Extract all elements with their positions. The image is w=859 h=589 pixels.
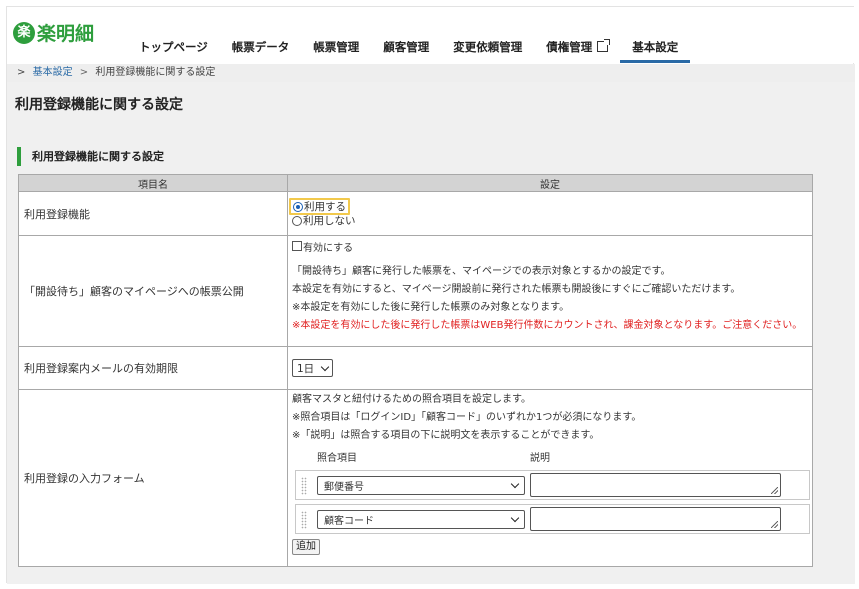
table-row: 利用登録の入力フォーム 顧客マスタと紐付けるための照合項目を設定します。 ※照合…	[18, 389, 813, 567]
chevron-down-icon	[510, 513, 520, 523]
table-row: 利用登録機能 利用する 利用しない	[18, 191, 813, 236]
breadcrumb-link-basic-settings[interactable]: 基本設定	[33, 67, 73, 78]
main-content: 利用登録機能に関する設定 利用登録機能に関する設定 項目名 設定 利用登録機能 …	[7, 82, 855, 584]
mapping-row: 郵便番号	[295, 470, 810, 500]
nav-item-receivables-label: 債権管理	[546, 40, 593, 54]
breadcrumb-current: 利用登録機能に関する設定	[95, 67, 216, 78]
pending-description-1: 「開設待ち」顧客に発行した帳票を、マイページでの表示対象とするかの設定です。	[292, 266, 671, 277]
section-title: 利用登録機能に関する設定	[17, 147, 164, 166]
page-title: 利用登録機能に関する設定	[15, 97, 183, 113]
main-nav: トップページ 帳票データ 帳票管理 顧客管理 変更依頼管理 債権管理 基本設定	[127, 39, 691, 63]
mail-expiry-select[interactable]: 1日	[292, 359, 333, 377]
nav-item-change-request[interactable]: 変更依頼管理	[441, 39, 534, 63]
resize-handle-icon[interactable]	[771, 521, 778, 528]
resize-handle-icon[interactable]	[771, 487, 778, 494]
pending-description-2: 本設定を有効にすると、マイページ開設前に発行された帳票も開設後にすぐにご確認いた…	[292, 284, 741, 295]
column-header-setting: 設定	[287, 174, 813, 192]
checkbox-unchecked-icon	[292, 241, 302, 251]
table-header-row: 項目名 設定	[18, 174, 813, 192]
table-row: 「開設待ち」顧客のマイページへの帳票公開 有効にする 「開設待ち」顧客に発行した…	[18, 235, 813, 347]
registration-options: 利用する 利用しない	[287, 191, 813, 236]
nav-item-basic-settings[interactable]: 基本設定	[620, 39, 691, 63]
pending-warning: ※本設定を有効にした後に発行した帳票はWEB発行件数にカウントされ、課金対象とな…	[292, 320, 803, 331]
logo[interactable]: 楽 楽明細	[13, 19, 94, 46]
radio-not-use-label: 利用しない	[303, 215, 356, 227]
mapping-row: 顧客コード	[295, 504, 810, 534]
description-textarea[interactable]	[530, 473, 781, 497]
add-field-button[interactable]: 追加	[292, 539, 320, 555]
breadcrumb-prefix: >	[17, 67, 26, 78]
input-form-settings: 顧客マスタと紐付けるための照合項目を設定します。 ※照合項目は「ログインID」「…	[287, 389, 813, 567]
chevron-down-icon	[510, 479, 520, 489]
column-header-item: 項目名	[18, 174, 288, 192]
match-field-value: 顧客コード	[324, 516, 374, 527]
table-row: 利用登録案内メールの有効期限 1日	[18, 346, 813, 390]
description-textarea[interactable]	[530, 507, 781, 531]
settings-table: 項目名 設定 利用登録機能 利用する 利用しない 「開設待ち」顧客のマイページへ…	[18, 174, 813, 567]
mapping-header-match: 照合項目	[317, 453, 357, 464]
radio-use-label: 利用する	[304, 201, 346, 213]
logo-text: 楽明細	[37, 23, 95, 45]
input-form-description-1: 顧客マスタと紐付けるための照合項目を設定します。	[292, 394, 531, 405]
row-label-input-form: 利用登録の入力フォーム	[18, 389, 288, 567]
row-label-pending-publication: 「開設待ち」顧客のマイページへの帳票公開	[18, 235, 288, 347]
header: 楽 楽明細 トップページ 帳票データ 帳票管理 顧客管理 変更依頼管理 債権管理…	[7, 7, 855, 63]
match-field-select[interactable]: 顧客コード	[317, 510, 525, 529]
match-field-value: 郵便番号	[324, 482, 364, 493]
enable-checkbox[interactable]: 有効にする	[292, 239, 812, 254]
logo-mark-icon: 楽	[13, 21, 35, 44]
radio-not-use[interactable]: 利用しない	[292, 214, 812, 228]
mail-expiry-setting: 1日	[287, 346, 813, 390]
drag-handle-icon[interactable]	[301, 477, 307, 495]
drag-handle-icon[interactable]	[301, 511, 307, 529]
mapping-header-desc: 説明	[530, 453, 550, 464]
pending-publication-settings: 有効にする 「開設待ち」顧客に発行した帳票を、マイページでの表示対象とするかの設…	[287, 235, 813, 347]
app-frame: 楽 楽明細 トップページ 帳票データ 帳票管理 顧客管理 変更依頼管理 債権管理…	[6, 6, 855, 584]
mail-expiry-value: 1日	[297, 362, 315, 375]
input-form-description-3: ※「説明」は照合する項目の下に説明文を表示することができます。	[292, 430, 600, 441]
match-field-select[interactable]: 郵便番号	[317, 476, 525, 495]
nav-item-top[interactable]: トップページ	[127, 39, 220, 63]
chevron-down-icon	[320, 362, 330, 371]
breadcrumb: > 基本設定 > 利用登録機能に関する設定	[7, 64, 855, 82]
external-link-icon	[597, 39, 611, 52]
nav-item-customer-management[interactable]: 顧客管理	[371, 39, 441, 63]
pending-description-3: ※本設定を有効にした後に発行した帳票のみ対象となります。	[292, 302, 570, 313]
mapping-header: 照合項目 説明	[292, 452, 812, 466]
nav-item-receivables[interactable]: 債権管理	[534, 39, 620, 63]
breadcrumb-separator: >	[79, 67, 89, 78]
radio-selected-icon	[293, 201, 303, 212]
row-label-registration: 利用登録機能	[18, 191, 288, 236]
input-form-description-2: ※照合項目は「ログインID」「顧客コード」のいずれか1つが必須になります。	[292, 412, 642, 423]
row-label-mail-expiry: 利用登録案内メールの有効期限	[18, 346, 288, 390]
radio-unselected-icon	[292, 215, 302, 226]
nav-item-form-management[interactable]: 帳票管理	[301, 39, 371, 63]
nav-item-form-data[interactable]: 帳票データ	[220, 39, 302, 63]
enable-checkbox-label: 有効にする	[303, 242, 354, 254]
